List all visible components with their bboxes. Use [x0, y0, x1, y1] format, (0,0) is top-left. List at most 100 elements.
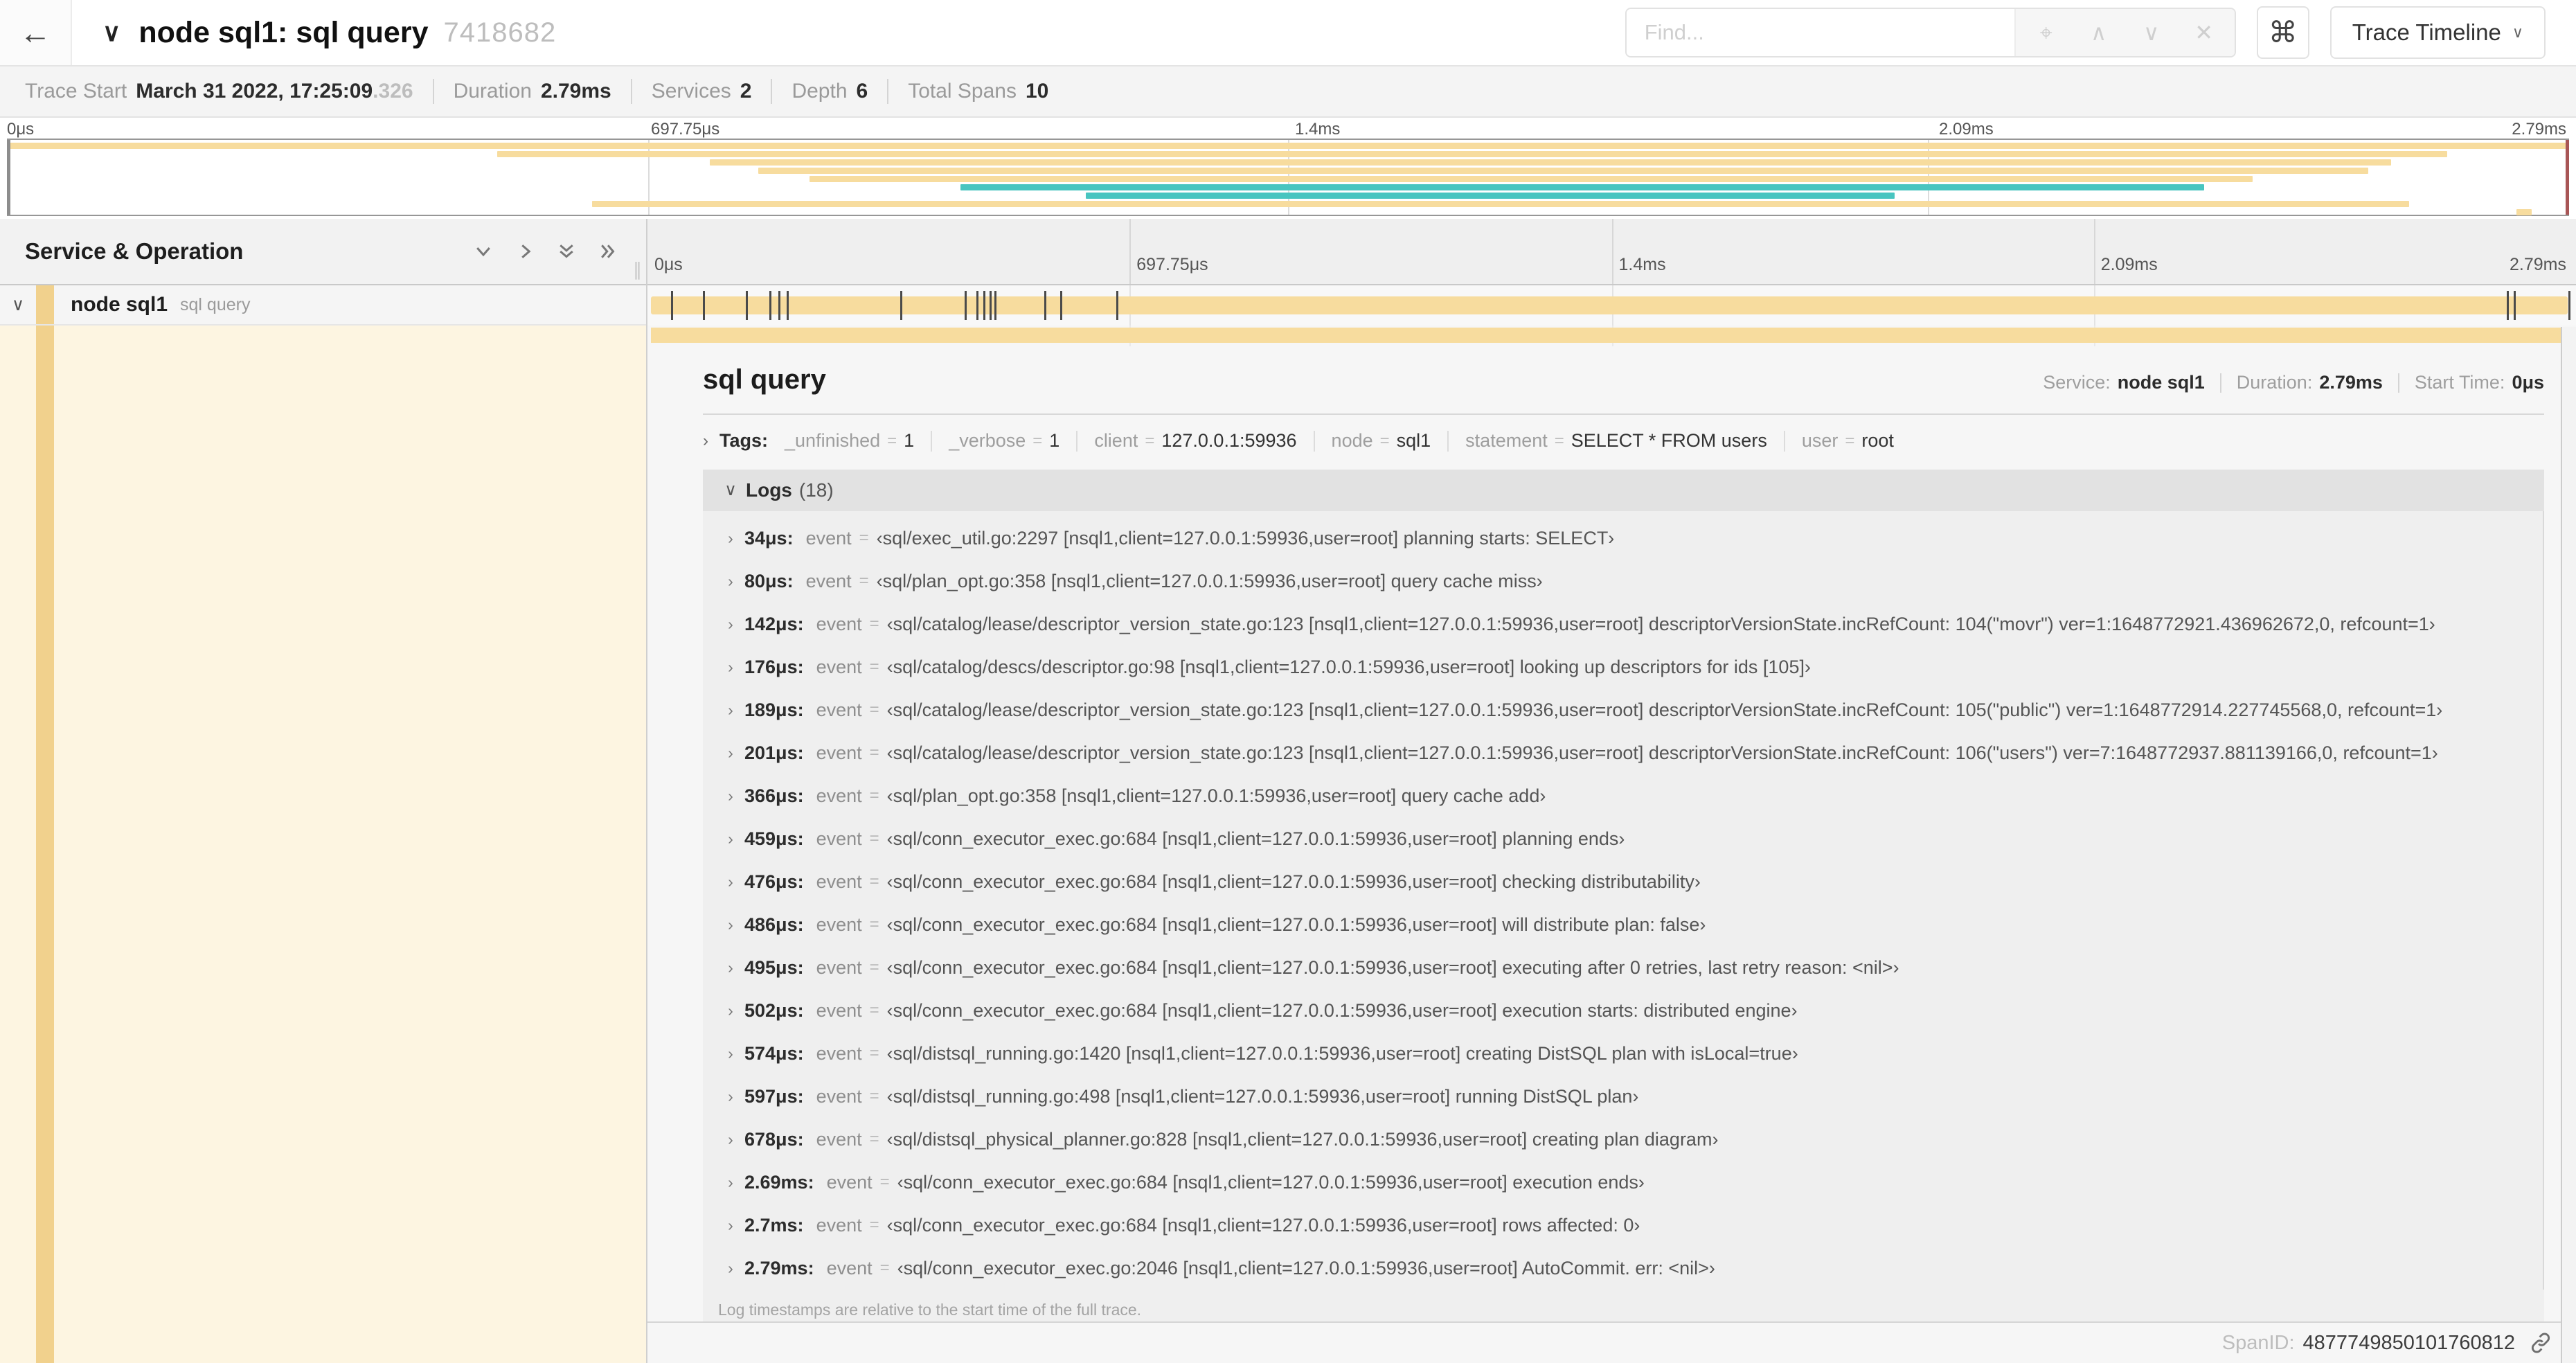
span-color-strip-extension — [36, 326, 54, 1363]
log-field-name: event — [816, 999, 862, 1021]
log-timestamp: 574μs: — [744, 1042, 804, 1064]
view-selector-button[interactable]: Trace Timeline ∨ — [2329, 6, 2546, 59]
log-field-name: event — [816, 656, 862, 677]
tag-value: root — [1861, 430, 1894, 451]
span-detail-footer: SpanID: 4877749850101760812 — [647, 1323, 2576, 1363]
log-row[interactable]: › 189μs: event = ‹sql/catalog/lease/desc… — [703, 688, 2543, 731]
log-row[interactable]: › 678μs: event = ‹sql/distsql_physical_p… — [703, 1118, 2543, 1161]
trace-start-value: March 31 2022, 17:25:09.326 — [136, 80, 413, 103]
log-timestamp: 2.69ms: — [744, 1171, 814, 1193]
timeline-column: 0μs 697.75μs 1.4ms 2.09ms 2.79ms sql query S… — [647, 219, 2576, 1363]
span-duration-bar[interactable] — [651, 296, 2568, 314]
log-row[interactable]: › 80μs: event = ‹sql/plan_opt.go:358 [ns… — [703, 560, 2543, 603]
clear-search-icon[interactable]: ✕ — [2192, 21, 2217, 44]
log-field-name: event — [826, 1171, 873, 1193]
total-spans-value: 10 — [1025, 80, 1049, 103]
back-arrow-icon: ← — [19, 15, 51, 51]
span-color-strip — [36, 285, 54, 324]
trace-collapse-chevron-icon[interactable]: ∨ — [102, 20, 120, 45]
log-row[interactable]: › 142μs: event = ‹sql/catalog/lease/desc… — [703, 603, 2543, 645]
tag-key: _verbose — [949, 430, 1026, 451]
log-row[interactable]: › 201μs: event = ‹sql/catalog/lease/desc… — [703, 731, 2543, 774]
log-value: ‹sql/exec_util.go:2297 [nsql1,client=127… — [876, 527, 1615, 549]
log-row[interactable]: › 34μs: event = ‹sql/exec_util.go:2297 [… — [703, 517, 2543, 560]
log-value: ‹sql/catalog/descs/descriptor.go:98 [nsq… — [886, 656, 1811, 677]
log-marker-tick — [1059, 291, 1062, 320]
prev-result-icon[interactable]: ∧ — [2086, 21, 2111, 44]
log-value: ‹sql/plan_opt.go:358 [nsql1,client=127.0… — [876, 570, 1543, 591]
span-detail-bar-row — [647, 326, 2576, 346]
log-field-name: event — [816, 785, 862, 806]
collapse-all-icon[interactable] — [556, 241, 577, 262]
span-bar-row[interactable] — [647, 285, 2576, 326]
log-row[interactable]: › 2.7ms: event = ‹sql/conn_executor_exec… — [703, 1204, 2543, 1247]
log-row[interactable]: › 486μs: event = ‹sql/conn_executor_exec… — [703, 903, 2543, 946]
find-input[interactable] — [1626, 9, 2014, 56]
log-marker-tick — [670, 291, 673, 320]
minimap-right-scrubber[interactable] — [2566, 140, 2569, 215]
trace-timeline-page: ← ∨ node sql1: sql query 7418682 ⌖ ∧ ∨ ✕… — [0, 0, 2576, 1363]
minimap-span-bar — [1086, 193, 1895, 199]
keyboard-shortcuts-button[interactable]: ⌘ — [2256, 6, 2309, 59]
log-timestamp: 502μs: — [744, 999, 804, 1021]
log-timestamp: 486μs: — [744, 914, 804, 935]
equals-sign: = — [859, 571, 869, 590]
collapse-one-icon[interactable] — [473, 241, 494, 262]
span-service-name: node sql1 — [71, 293, 168, 316]
trace-summary-bar: Trace Start March 31 2022, 17:25:09.326 … — [0, 66, 2576, 118]
column-resizer-grip[interactable]: ∥ — [633, 260, 642, 278]
equals-sign: = — [869, 829, 879, 848]
back-button[interactable]: ← — [0, 0, 72, 65]
log-marker-tick — [702, 291, 705, 320]
service-operation-title: Service & Operation — [25, 238, 244, 264]
log-value: ‹sql/conn_executor_exec.go:684 [nsql1,cl… — [886, 956, 1899, 978]
logs-section: ∨ Logs (18) › 34μs: event = ‹sql/exec_ut… — [703, 470, 2544, 1321]
minimap-left-scrubber[interactable] — [7, 140, 10, 215]
detail-scrollbar[interactable] — [2561, 327, 2576, 1363]
trace-minimap: 0μs 697.75μs 1.4ms 2.09ms 2.79ms — [0, 118, 2576, 216]
log-value: ‹sql/distsql_running.go:1420 [nsql1,clie… — [886, 1042, 1798, 1064]
log-row[interactable]: › 597μs: event = ‹sql/distsql_running.go… — [703, 1075, 2543, 1118]
log-row[interactable]: › 495μs: event = ‹sql/conn_executor_exec… — [703, 946, 2543, 989]
log-row[interactable]: › 2.79ms: event = ‹sql/conn_executor_exe… — [703, 1247, 2543, 1290]
log-row[interactable]: › 476μs: event = ‹sql/conn_executor_exec… — [703, 860, 2543, 903]
trace-start-label: Trace Start — [25, 80, 127, 103]
trace-id: 7418682 — [443, 17, 557, 48]
timeline-ruler: 0μs 697.75μs 1.4ms 2.09ms 2.79ms — [647, 219, 2576, 285]
log-value: ‹sql/conn_executor_exec.go:2046 [nsql1,c… — [897, 1257, 1715, 1279]
deep-link-icon[interactable] — [2529, 1331, 2552, 1355]
log-row[interactable]: › 459μs: event = ‹sql/conn_executor_exec… — [703, 817, 2543, 860]
log-field-name: event — [816, 914, 862, 935]
service-operation-column: Service & Operation ∥ ∨ node sql1 sql qu… — [0, 219, 647, 1363]
tags-row[interactable]: › Tags: _unfinished = 1 _verbose = 1 cli… — [703, 430, 2544, 452]
time-tick-label: 697.75μs — [1136, 255, 1208, 274]
log-value: ‹sql/plan_opt.go:358 [nsql1,client=127.0… — [886, 785, 1546, 806]
minimap-canvas[interactable] — [7, 139, 2569, 216]
divider — [887, 79, 889, 104]
log-row[interactable]: › 176μs: event = ‹sql/catalog/descs/desc… — [703, 645, 2543, 688]
log-row[interactable]: › 2.69ms: event = ‹sql/conn_executor_exe… — [703, 1161, 2543, 1204]
minimap-span-bar — [960, 184, 2205, 190]
log-timestamp: 366μs: — [744, 785, 804, 806]
log-row[interactable]: › 366μs: event = ‹sql/plan_opt.go:358 [n… — [703, 774, 2543, 817]
tag-key: statement — [1465, 430, 1548, 451]
locate-icon[interactable]: ⌖ — [2034, 21, 2059, 44]
find-tools: ⌖ ∧ ∨ ✕ — [2014, 9, 2235, 56]
span-id-value: 4877749850101760812 — [2302, 1331, 2515, 1354]
span-collapse-chevron-icon[interactable]: ∨ — [0, 296, 36, 314]
equals-sign: = — [1145, 431, 1155, 450]
expand-one-icon[interactable] — [515, 241, 535, 262]
log-row[interactable]: › 502μs: event = ‹sql/conn_executor_exec… — [703, 989, 2543, 1032]
span-row-node-sql1[interactable]: ∨ node sql1 sql query — [0, 285, 646, 326]
expand-all-icon[interactable] — [598, 241, 618, 262]
log-row[interactable]: › 574μs: event = ‹sql/distsql_running.go… — [703, 1032, 2543, 1075]
total-spans-label: Total Spans — [908, 80, 1017, 103]
depth-value: 6 — [856, 80, 868, 103]
next-result-icon[interactable]: ∨ — [2139, 21, 2164, 44]
logs-header[interactable]: ∨ Logs (18) — [703, 470, 2544, 511]
equals-sign: = — [869, 915, 879, 934]
start-time-label: Start Time: — [2414, 372, 2505, 393]
span-duration-bar-thin — [651, 328, 2568, 343]
top-bar-actions: ⌖ ∧ ∨ ✕ ⌘ Trace Timeline ∨ — [1625, 6, 2576, 59]
grid-line — [1129, 219, 1132, 284]
